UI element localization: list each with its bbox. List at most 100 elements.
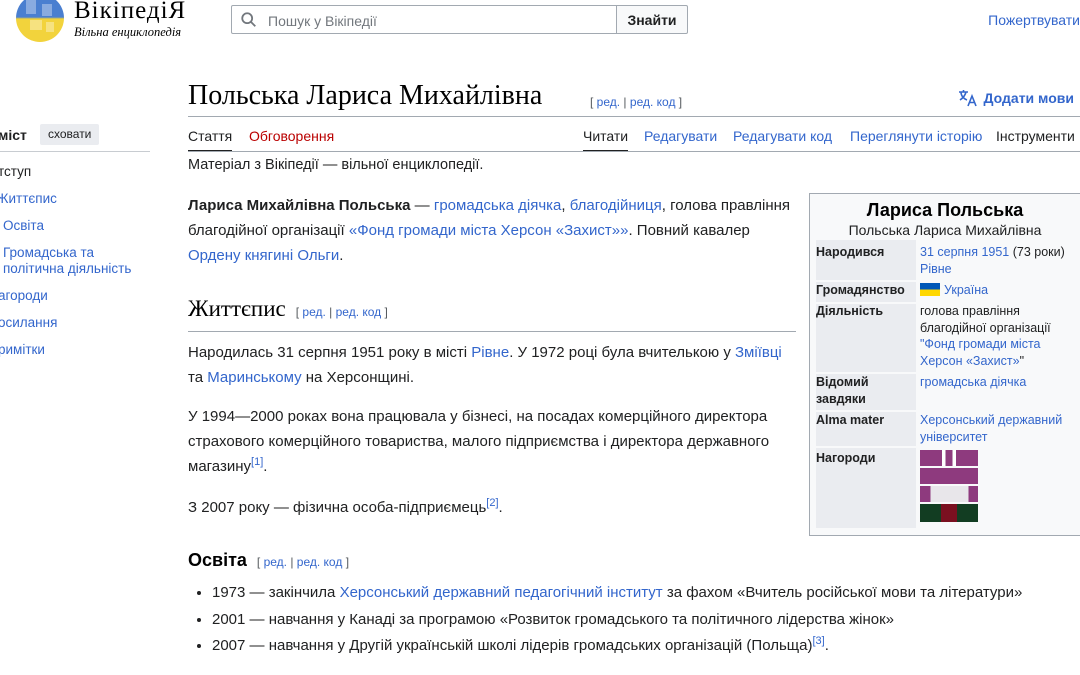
education-list: 1973 — закінчила Херсонський державний п… xyxy=(188,580,1080,660)
bio-paragraph-3: З 2007 року — фізична особа-підприємець[… xyxy=(188,495,800,520)
link-public-figure[interactable]: громадська діячка xyxy=(434,197,562,214)
search-button[interactable]: Знайти xyxy=(616,5,688,34)
infobox-value: 31 серпня 1951 (73 роки) Рівне xyxy=(920,244,1080,277)
tab-tools[interactable]: Інструменти xyxy=(996,128,1075,144)
infobox-label: Діяльність xyxy=(816,304,884,318)
infobox-label: Громадянство xyxy=(816,283,905,297)
infobox-name: Лариса Польська xyxy=(866,200,1024,220)
link-ukraine[interactable]: Україна xyxy=(944,283,988,297)
search-input[interactable] xyxy=(266,6,610,35)
toc-item-public-activity-line2[interactable]: політична діяльність xyxy=(3,261,131,276)
intro-paragraph: Лариса Михайлівна Польська — громадська … xyxy=(188,193,798,268)
text: З 2007 року — фізична особа-підприємець xyxy=(188,499,487,516)
tab-article[interactable]: Стаття xyxy=(188,128,233,152)
toc-item-biography[interactable]: Життєпис xyxy=(0,191,57,206)
tab-history[interactable]: Переглянути історію xyxy=(850,128,982,144)
text: . У 1972 році була вчителькою у xyxy=(509,344,735,361)
award-ribbon-3 xyxy=(920,486,978,502)
tab-read[interactable]: Читати xyxy=(583,128,629,152)
infobox-value: громадська діячка xyxy=(920,374,1080,391)
wikipedia-globe-logo[interactable] xyxy=(16,0,64,42)
language-icon xyxy=(958,90,977,107)
title-edit-code-link[interactable]: ред. код xyxy=(630,95,676,109)
text: , xyxy=(561,197,570,214)
infobox-value: Україна xyxy=(920,282,1080,299)
title-edit-links: [ ред. | ред. код ] xyxy=(590,95,683,109)
award-ribbon-2 xyxy=(920,468,978,484)
donate-link[interactable]: Пожертвувати xyxy=(988,12,1080,28)
infobox-full-name: Польська Лариса Михайлівна xyxy=(848,222,1042,238)
wikipedia-wordmark[interactable]: ВікіпедіЯ xyxy=(74,0,186,25)
section-title: Освіта xyxy=(188,550,247,570)
text: . xyxy=(339,247,344,264)
toc-item-references[interactable]: осилання xyxy=(0,315,57,330)
toc-item-notes[interactable]: римітки xyxy=(0,342,45,357)
link-birth-date[interactable]: 31 серпня 1951 xyxy=(920,245,1009,259)
toc-divider xyxy=(0,151,150,152)
infobox: Лариса Польська Польська Лариса Михайлів… xyxy=(809,193,1080,536)
add-languages-button[interactable]: Додати мови xyxy=(958,89,1074,107)
tabs-divider xyxy=(188,151,1080,152)
tab-edit-source[interactable]: Редагувати код xyxy=(733,128,832,144)
link-fund[interactable]: «Фонд громади міста Херсон «Захист»» xyxy=(349,222,629,239)
tab-edit[interactable]: Редагувати xyxy=(644,128,717,144)
toc-item-public-activity[interactable]: Громадська та xyxy=(3,245,94,260)
section-title: Життєпис xyxy=(188,296,286,321)
section-divider xyxy=(188,331,796,332)
toc-heading: міст xyxy=(0,127,27,143)
text: 2007 — навчання у Другій українській шко… xyxy=(212,637,813,654)
link-public-figure[interactable]: громадська діячка xyxy=(920,375,1026,389)
toc-item-awards[interactable]: агороди xyxy=(0,288,48,303)
toc-hide-button[interactable]: сховати xyxy=(40,124,100,145)
section-edit-code-link[interactable]: ред. код xyxy=(336,305,382,319)
infobox-label: Відомий завдяки xyxy=(816,375,869,406)
infobox-value: голова правління благодійної організації… xyxy=(920,303,1080,369)
infobox-label: Народився xyxy=(816,245,885,259)
link-kherson-university[interactable]: Херсонський державний університет xyxy=(920,413,1062,444)
link-marynske[interactable]: Маринському xyxy=(207,369,301,386)
link-kherson-institute[interactable]: Херсонський державний педагогічний інсти… xyxy=(340,584,663,601)
subject-name: Лариса Михайлівна Польська xyxy=(188,197,411,214)
section-edit-link[interactable]: ред. xyxy=(264,555,287,569)
text: (73 роки) xyxy=(1009,245,1065,259)
toc-item-intro[interactable]: тступ xyxy=(0,164,31,179)
section-edit-code-link[interactable]: ред. код xyxy=(297,555,343,569)
section-heading-education: Освіта [ ред. | ред. код ] xyxy=(188,550,349,571)
text: . xyxy=(263,458,268,475)
section-heading-biography: Життєпис [ ред. | ред. код ] xyxy=(188,296,388,322)
page-title: Польська Лариса Михайлівна xyxy=(188,80,543,111)
reference-link[interactable]: [1] xyxy=(251,456,263,468)
infobox-label: Alma mater xyxy=(816,413,885,427)
link-philanthropist[interactable]: благодійниця xyxy=(570,197,662,214)
list-item: 2007 — навчання у Другій українській шко… xyxy=(212,633,1080,660)
bio-paragraph-2: У 1994—2000 роках вона працювала у бізне… xyxy=(188,404,800,479)
award-ribbon-1 xyxy=(920,450,978,466)
site-sub: Матеріал з Вікіпедії — вільної енциклопе… xyxy=(188,157,484,173)
search-box[interactable] xyxy=(231,5,617,35)
text: — xyxy=(410,197,434,214)
reference-link[interactable]: [2] xyxy=(486,497,498,509)
link-birth-place[interactable]: Рівне xyxy=(920,262,952,276)
text: . Повний кавалер xyxy=(628,222,750,239)
reference-link[interactable]: [3] xyxy=(812,635,824,647)
toc-item-education[interactable]: Освіта xyxy=(3,218,44,233)
bio-paragraph-1: Народилась 31 серпня 1951 року в місті Р… xyxy=(188,340,800,390)
list-item: 2001 — навчання у Канаді за програмою «Р… xyxy=(212,607,1080,634)
text: на Херсонщині. xyxy=(301,369,415,386)
text: та xyxy=(188,369,208,386)
text: . xyxy=(824,637,829,654)
title-edit-link[interactable]: ред. xyxy=(597,95,620,109)
award-ribbons-image[interactable] xyxy=(920,450,978,526)
text: У 1994—2000 роках вона працювала у бізне… xyxy=(188,408,770,475)
section-edit-links: [ ред. | ред. код ] xyxy=(295,305,388,319)
text: 1973 — закінчила xyxy=(212,584,340,601)
text: Народилась 31 серпня 1951 року в місті xyxy=(188,344,472,361)
text: за фахом «Вчитель російської мови та літ… xyxy=(662,584,1023,601)
link-rivne[interactable]: Рівне xyxy=(471,344,509,361)
section-edit-link[interactable]: ред. xyxy=(302,305,325,319)
link-order-olga[interactable]: Ордену княгині Ольги xyxy=(188,247,339,264)
text: голова правління благодійної організації xyxy=(920,304,1051,335)
link-zmiivka[interactable]: Зміївці xyxy=(735,344,782,361)
tab-talk[interactable]: Обговорення xyxy=(249,128,334,144)
list-item: 1973 — закінчила Херсонський державний п… xyxy=(212,580,1080,607)
